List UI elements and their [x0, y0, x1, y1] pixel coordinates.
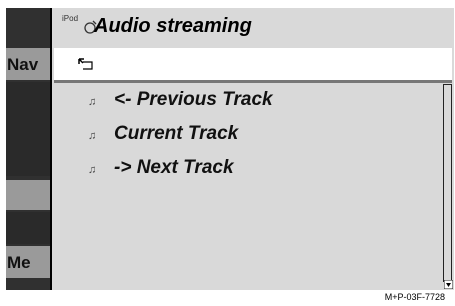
list-item-next-track[interactable]: ♫ -> Next Track: [52, 156, 432, 186]
bg-label-nav: Nav: [7, 55, 39, 74]
scrollbar[interactable]: [443, 84, 452, 282]
scroll-down-arrow-icon[interactable]: [444, 280, 453, 289]
item-label: Current Track: [114, 123, 239, 144]
figure-caption: M+P-03F-7728: [384, 292, 445, 302]
back-button[interactable]: [54, 48, 452, 83]
display-screen: Nav Me iPod Audio streaming ♫ <- Previou…: [6, 8, 454, 290]
music-note-icon: ♫: [88, 96, 97, 108]
back-icon: [78, 58, 93, 70]
popup-title: Audio streaming: [94, 15, 252, 37]
bg-label-media: Me: [7, 253, 31, 272]
music-note-icon: ♫: [88, 164, 97, 176]
audio-streaming-popup: iPod Audio streaming ♫ <- Previous Track…: [50, 8, 454, 290]
list-item-current-track[interactable]: ♫ Current Track: [52, 122, 432, 152]
list-item-previous-track[interactable]: ♫ <- Previous Track: [52, 88, 432, 118]
popup-title-bar: iPod Audio streaming: [52, 8, 454, 46]
item-label: -> Next Track: [114, 157, 234, 178]
music-note-icon: ♫: [88, 130, 97, 142]
item-label: <- Previous Track: [114, 89, 273, 110]
